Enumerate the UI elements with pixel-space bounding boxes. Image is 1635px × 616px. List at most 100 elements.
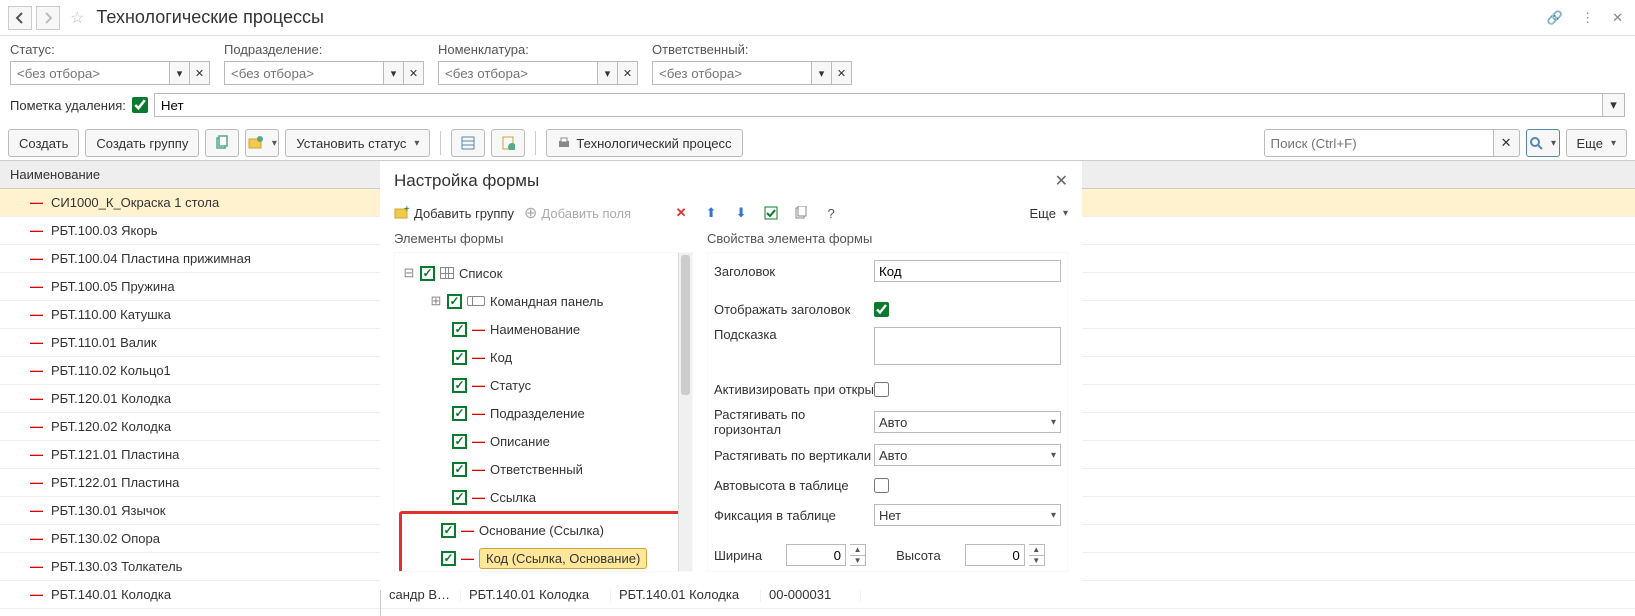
printer-icon [557, 136, 571, 150]
tree-item-dept[interactable]: ✓ — Подразделение [399, 399, 688, 427]
search-clear-button[interactable]: ✕ [1494, 129, 1520, 157]
move-down-button[interactable]: ⬇ [731, 203, 751, 223]
select-all-button[interactable] [761, 203, 781, 223]
tree-cmd-panel[interactable]: ⊞ ✓ Командная панель [399, 287, 688, 315]
prop-activate-label: Активизировать при откры [714, 382, 874, 397]
help-button[interactable]: ? [821, 203, 841, 223]
tree-item-resp[interactable]: ✓ — Ответственный [399, 455, 688, 483]
list-mode-button[interactable] [451, 129, 485, 157]
create-button[interactable]: Создать [8, 129, 79, 157]
dialog-more-button[interactable]: Еще▾ [1030, 206, 1068, 221]
checkbox-icon[interactable]: ✓ [441, 551, 456, 566]
table-row[interactable]: —РБТ.130.01 Язычок [0, 497, 380, 525]
table-row[interactable]: —РБТ.122.01 Пластина [0, 469, 380, 497]
prop-fixation-select[interactable]: Нет▾ [874, 504, 1061, 526]
item-icon: — [30, 587, 43, 602]
table-row[interactable]: —РБТ.110.02 Кольцо1 [0, 357, 380, 385]
checkbox-icon[interactable]: ✓ [452, 378, 467, 393]
tree-item-base-link[interactable]: ✓ — Основание (Ссылка) [406, 516, 681, 544]
move-up-button[interactable]: ⬆ [701, 203, 721, 223]
field-icon: — [461, 523, 474, 538]
favorite-star-icon[interactable]: ☆ [70, 8, 84, 28]
nav-forward-button[interactable] [36, 6, 60, 30]
search-input[interactable] [1264, 129, 1494, 157]
filter-dept-input[interactable] [224, 61, 384, 85]
copy-button[interactable] [205, 129, 239, 157]
tree-item-link[interactable]: ✓ — Ссылка [399, 483, 688, 511]
prop-autoheight-checkbox[interactable] [874, 478, 889, 493]
attach-button[interactable] [491, 129, 525, 157]
add-group-button[interactable]: + Добавить группу [394, 206, 514, 221]
attach-icon [501, 136, 515, 150]
kebab-menu-icon[interactable]: ⋮ [1577, 10, 1598, 26]
table-row[interactable]: —РБТ.100.04 Пластина прижимная [0, 245, 380, 273]
filter-dept-clear[interactable]: ✕ [404, 61, 424, 85]
checkbox-icon[interactable]: ✓ [452, 406, 467, 421]
table-row[interactable]: —РБТ.130.02 Опора [0, 525, 380, 553]
checkbox-icon[interactable]: ✓ [452, 434, 467, 449]
tree-item-status[interactable]: ✓ — Статус [399, 371, 688, 399]
filter-nomen-input[interactable] [438, 61, 598, 85]
checkbox-icon[interactable]: ✓ [452, 322, 467, 337]
table-row[interactable]: —РБТ.140.01 Колодка [0, 581, 380, 609]
prop-stretch-h-label: Растягивать по горизонтал [714, 407, 874, 437]
checkbox-icon[interactable]: ✓ [447, 294, 462, 309]
delete-button[interactable]: ✕ [671, 203, 691, 223]
table-row[interactable]: —СИ1000_К_Окраска 1 стола [0, 189, 380, 217]
checkbox-icon[interactable]: ✓ [441, 523, 456, 538]
dialog-close-button[interactable]: ✕ [1055, 171, 1068, 191]
filter-status-clear[interactable]: ✕ [190, 61, 210, 85]
deletion-mark-value[interactable] [154, 93, 1603, 117]
folder-action-button[interactable]: ▾ [245, 129, 279, 157]
prop-hint-input[interactable] [874, 327, 1061, 365]
prop-height-input[interactable] [965, 544, 1025, 566]
tree-root[interactable]: ⊟ ✓ Список [399, 259, 688, 287]
filter-resp-clear[interactable]: ✕ [832, 61, 852, 85]
prop-show-header-checkbox[interactable] [874, 302, 889, 317]
deletion-mark-checkbox[interactable] [132, 97, 148, 113]
height-spinner[interactable]: ▲▼ [1029, 544, 1045, 566]
filter-nomen-clear[interactable]: ✕ [618, 61, 638, 85]
prop-stretch-h-select[interactable]: Авто▾ [874, 411, 1061, 433]
tree-item-name[interactable]: ✓ — Наименование [399, 315, 688, 343]
filter-status-dropdown[interactable]: ▾ [170, 61, 190, 85]
table-row[interactable]: —РБТ.100.03 Якорь [0, 217, 380, 245]
checkbox-icon[interactable]: ✓ [420, 266, 435, 281]
table-row[interactable]: —РБТ.130.03 Толкатель [0, 553, 380, 581]
print-tech-proc-button[interactable]: Технологический процесс [546, 129, 742, 157]
tree-item-code[interactable]: ✓ — Код [399, 343, 688, 371]
checkbox-icon[interactable]: ✓ [452, 462, 467, 477]
filter-resp-input[interactable] [652, 61, 812, 85]
prop-stretch-v-select[interactable]: Авто▾ [874, 444, 1061, 466]
tree-item-code-link[interactable]: ✓ — Код (Ссылка, Основание) [406, 544, 681, 572]
prop-width-input[interactable] [786, 544, 846, 566]
filter-status-input[interactable] [10, 61, 170, 85]
deletion-mark-dropdown[interactable]: ▾ [1603, 93, 1625, 117]
table-row[interactable]: —РБТ.120.02 Колодка [0, 413, 380, 441]
prop-header-input[interactable] [874, 260, 1061, 282]
link-icon[interactable]: 🔗 [1543, 10, 1567, 26]
filter-nomen-dropdown[interactable]: ▾ [598, 61, 618, 85]
create-group-button[interactable]: Создать группу [85, 129, 199, 157]
collapse-icon[interactable]: ⊟ [403, 265, 415, 281]
checkbox-icon[interactable]: ✓ [452, 350, 467, 365]
more-button[interactable]: Еще▾ [1566, 129, 1627, 157]
checkbox-icon[interactable]: ✓ [452, 490, 467, 505]
nav-back-button[interactable] [8, 6, 32, 30]
table-row[interactable]: —РБТ.110.00 Катушка [0, 301, 380, 329]
table-row[interactable]: —РБТ.120.01 Колодка [0, 385, 380, 413]
prop-activate-checkbox[interactable] [874, 382, 889, 397]
table-row[interactable]: —РБТ.121.01 Пластина [0, 441, 380, 469]
search-button[interactable]: ▾ [1526, 129, 1560, 157]
width-spinner[interactable]: ▲▼ [850, 544, 866, 566]
filter-resp-dropdown[interactable]: ▾ [812, 61, 832, 85]
copy-settings-button[interactable] [791, 203, 811, 223]
set-status-button[interactable]: Установить статус▾ [285, 129, 430, 157]
filter-dept-dropdown[interactable]: ▾ [384, 61, 404, 85]
close-icon[interactable]: ✕ [1608, 10, 1627, 26]
tree-item-desc[interactable]: ✓ — Описание [399, 427, 688, 455]
table-row[interactable]: —РБТ.100.05 Пружина [0, 273, 380, 301]
expand-icon[interactable]: ⊞ [430, 293, 442, 309]
tree-scrollbar[interactable] [678, 253, 692, 571]
table-row[interactable]: —РБТ.110.01 Валик [0, 329, 380, 357]
